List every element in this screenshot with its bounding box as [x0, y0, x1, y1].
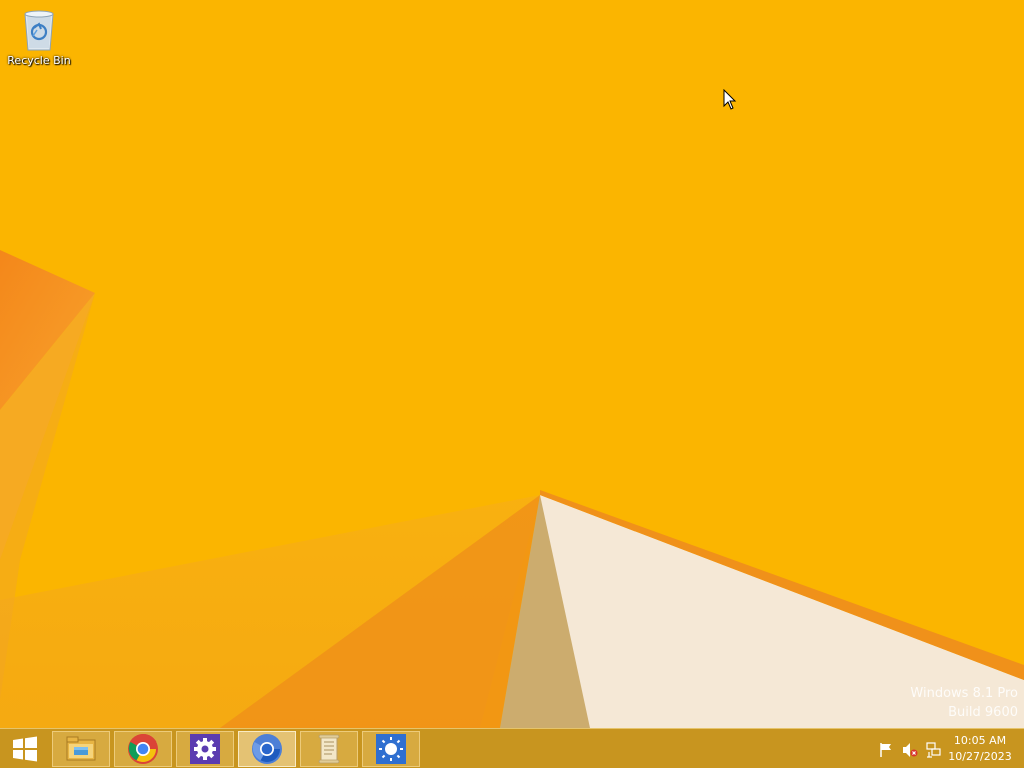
recycle-bin-icon [19, 6, 59, 52]
taskbar-clock[interactable]: 10:05 AM 10/27/2023 [942, 733, 1018, 765]
chrome-icon [128, 733, 158, 764]
speaker-muted-icon[interactable] [902, 742, 918, 758]
taskbar-file-explorer[interactable] [52, 731, 110, 767]
network-icon[interactable] [926, 742, 942, 758]
scroll-icon [318, 734, 340, 764]
clock-date: 10/27/2023 [948, 750, 1012, 763]
desktop-icon-recycle-bin[interactable]: Recycle Bin [4, 6, 74, 67]
windows-logo-icon [13, 736, 37, 762]
wallpaper [0, 250, 1024, 728]
mouse-cursor-icon [723, 89, 737, 110]
sun-icon [376, 734, 406, 764]
taskbar-chrome[interactable] [114, 731, 172, 767]
taskbar-brightness[interactable] [362, 731, 420, 767]
chromium-icon [252, 734, 282, 764]
watermark-build: Build 9600 [948, 705, 1018, 720]
desktop: Recycle Bin Windows 8.1 Pro Build 9600 1… [0, 0, 1024, 768]
watermark-edition: Windows 8.1 Pro [910, 686, 1018, 701]
system-tray: 10:05 AM 10/27/2023 [864, 729, 1024, 768]
taskbar-settings[interactable] [176, 731, 234, 767]
taskbar-chromium[interactable] [238, 731, 296, 767]
taskbar-notepad[interactable] [300, 731, 358, 767]
gear-icon [190, 734, 220, 764]
recycle-bin-label: Recycle Bin [7, 54, 71, 67]
windows-watermark: Windows 8.1 Pro Build 9600 [910, 684, 1018, 722]
folder-icon [66, 736, 96, 761]
flag-icon[interactable] [878, 742, 894, 758]
clock-time: 10:05 AM [953, 734, 1007, 747]
taskbar: 10:05 AM 10/27/2023 [0, 728, 1024, 768]
start-button[interactable] [0, 729, 50, 768]
